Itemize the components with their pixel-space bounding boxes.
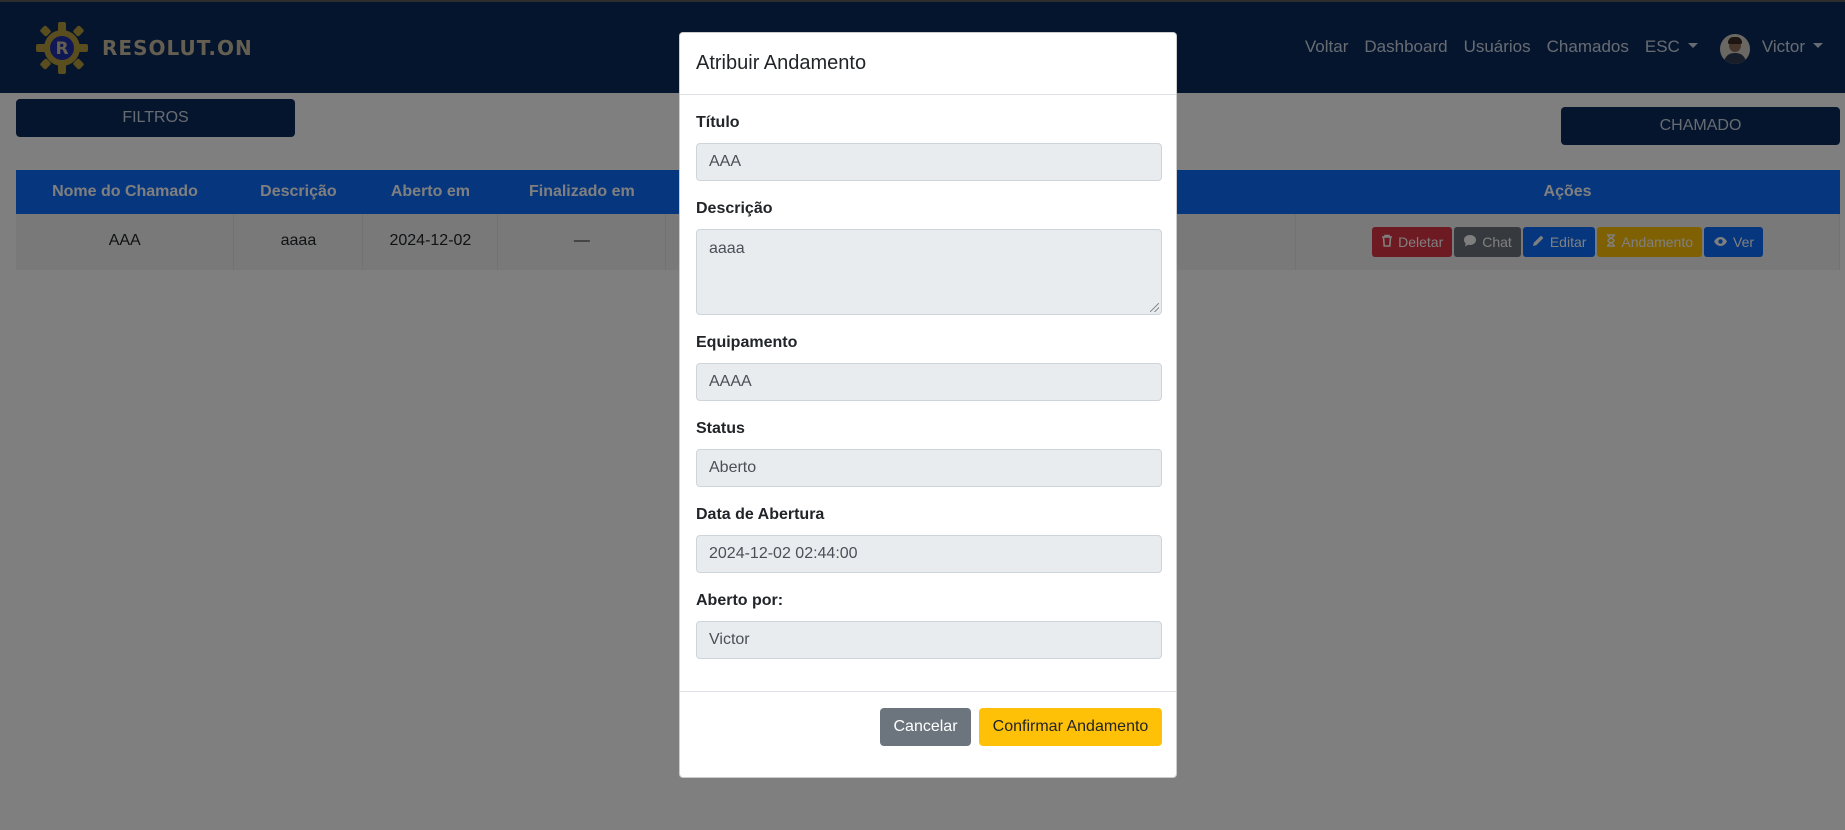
resize-grip-icon[interactable] (1150, 303, 1159, 312)
equipment-field[interactable]: AAAA (696, 363, 1162, 401)
status-field[interactable]: Aberto (696, 449, 1162, 487)
status-label: Status (696, 420, 745, 437)
modal-body: Título AAA Descrição aaaa Equipamento AA… (680, 95, 1176, 692)
opened-date-field[interactable]: 2024-12-02 02:44:00 (696, 535, 1162, 573)
opened-by-label: Aberto por: (696, 592, 784, 609)
modal-title: Atribuir Andamento (696, 52, 867, 74)
opened-by-field[interactable]: Victor (696, 621, 1162, 659)
description-field[interactable]: aaaa (696, 229, 1162, 315)
description-label: Descrição (696, 200, 773, 217)
modal-footer: Cancelar Confirmar Andamento (680, 691, 1176, 777)
progress-modal: Atribuir Andamento Título AAA Descrição … (679, 32, 1177, 778)
description-value: aaaa (709, 240, 745, 257)
title-field[interactable]: AAA (696, 143, 1162, 181)
opened-date-label: Data de Abertura (696, 506, 825, 523)
equipment-label: Equipamento (696, 334, 798, 351)
title-label: Título (696, 114, 740, 131)
modal-header: Atribuir Andamento (680, 33, 1176, 95)
cancel-button[interactable]: Cancelar (880, 708, 971, 746)
confirm-progress-button[interactable]: Confirmar Andamento (979, 708, 1162, 746)
